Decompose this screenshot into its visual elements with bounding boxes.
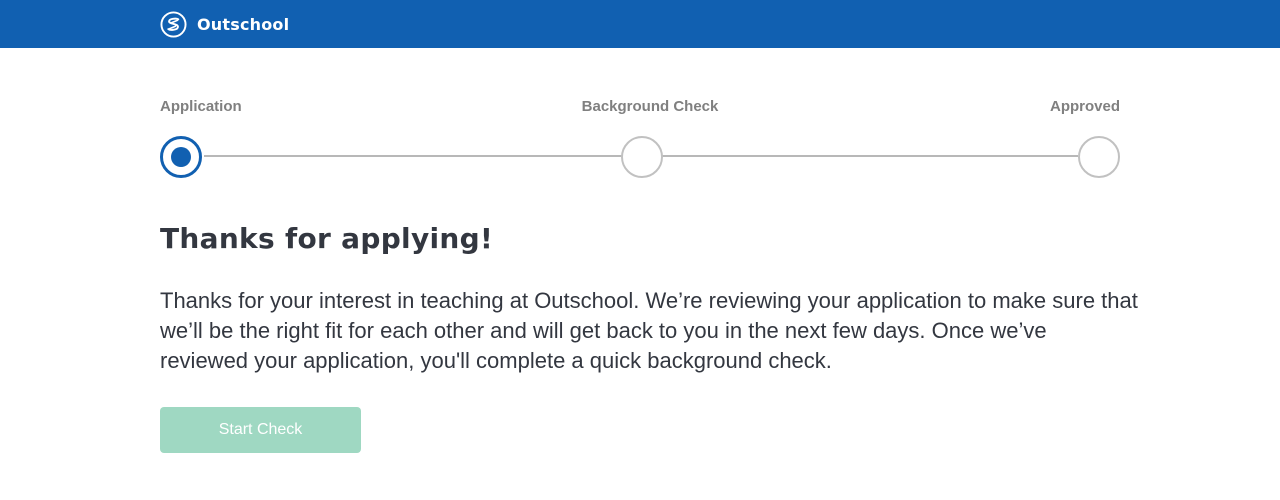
- step-connector-2: [662, 155, 1078, 157]
- step-label-background-check: Background Check: [581, 98, 719, 115]
- top-nav-bar: Outschool: [0, 0, 1280, 48]
- brand-name: Outschool: [197, 14, 290, 34]
- application-progress-stepper: Application Background Check Approved: [160, 96, 1120, 180]
- brand-home-link[interactable]: Outschool: [160, 10, 290, 38]
- step-label-application: Application: [160, 98, 242, 115]
- page-title: Thanks for applying!: [160, 222, 494, 255]
- step-label-approved: Approved: [1049, 98, 1120, 115]
- step-indicator-background-check: [621, 136, 663, 178]
- outschool-logo-icon: [160, 10, 187, 38]
- step-indicator-approved: [1078, 136, 1120, 178]
- step-indicator-application-active: [160, 136, 202, 178]
- application-status-message: Thanks for your interest in teaching at …: [160, 288, 1138, 373]
- step-connector-1: [204, 155, 622, 157]
- start-check-button[interactable]: Start Check: [160, 407, 361, 453]
